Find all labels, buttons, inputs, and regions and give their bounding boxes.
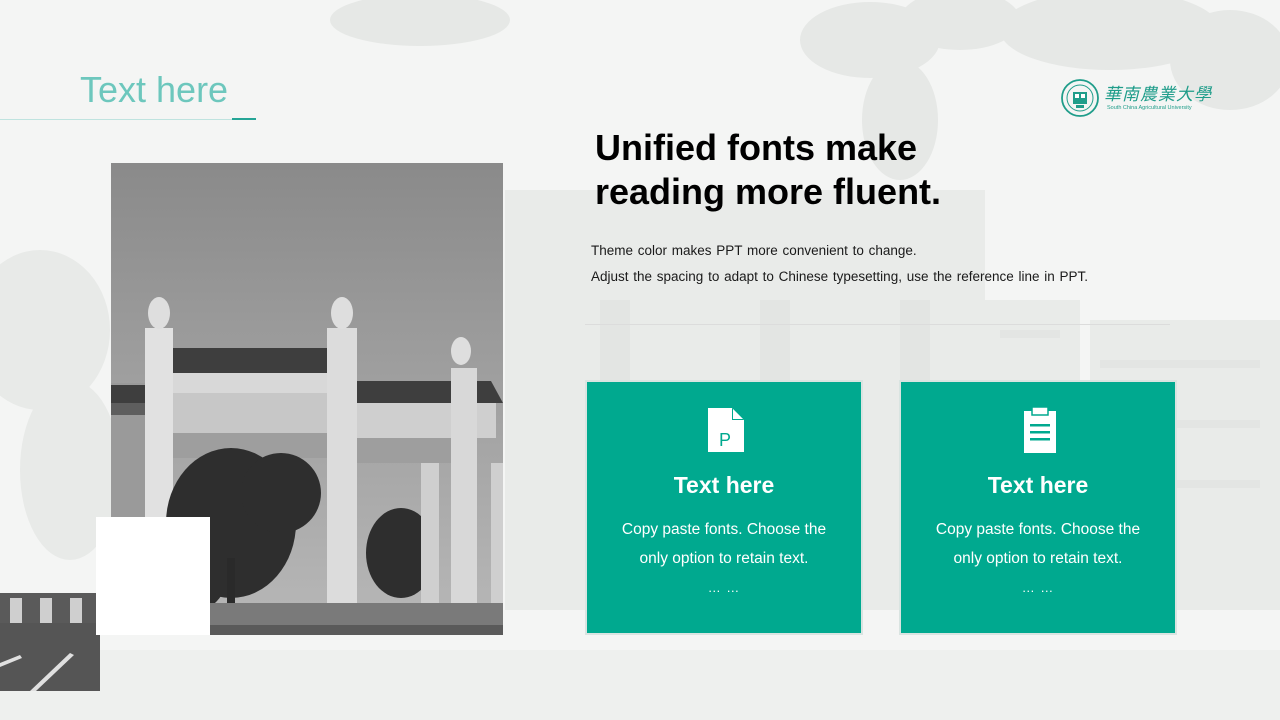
university-logo: 華南農業大學 South China Agricultural Universi… <box>1060 78 1212 118</box>
card-title: Text here <box>987 472 1089 498</box>
university-name: 華南農業大學 <box>1104 85 1212 105</box>
body-text-line-1: Theme color makes PPT more convenient to… <box>591 243 917 258</box>
body-text-line-2: Adjust the spacing to adapt to Chinese t… <box>591 269 1089 284</box>
card-ellipsis: … … <box>707 580 741 595</box>
feature-card-2: Text here Copy paste fonts. Choose the o… <box>899 380 1177 635</box>
card-description: Copy paste fonts. Choose the only option… <box>603 515 845 573</box>
section-divider <box>585 324 1170 325</box>
clipboard-list-icon <box>1024 406 1056 453</box>
card-description-line-1: Copy paste fonts. Choose the <box>935 521 1141 538</box>
decorative-white-block <box>96 517 210 635</box>
slide-title: Text here <box>80 69 229 110</box>
title-accent-bar <box>232 118 256 120</box>
card-title: Text here <box>673 472 775 498</box>
main-headline: Unified fonts make reading more fluent. <box>595 126 1115 214</box>
title-underline <box>0 119 232 120</box>
card-description-line-1: Copy paste fonts. Choose the <box>621 521 827 538</box>
card-description: Copy paste fonts. Choose the only option… <box>917 515 1159 573</box>
university-subtitle: South China Agricultural University <box>1107 105 1192 111</box>
campus-corner-photo <box>0 593 100 691</box>
card-description-line-2: only option to retain text. <box>953 550 1123 567</box>
headline-line-2: reading more fluent. <box>595 171 942 212</box>
university-seal-icon <box>1061 79 1099 117</box>
headline-line-1: Unified fonts make <box>595 127 918 168</box>
card-ellipsis: … … <box>1021 580 1055 595</box>
presentation-file-icon: P <box>708 408 744 452</box>
card-description-line-2: only option to retain text. <box>639 550 809 567</box>
file-icon-letter: P <box>719 430 731 450</box>
feature-card-1: P Text here Copy paste fonts. Choose the… <box>585 380 863 635</box>
